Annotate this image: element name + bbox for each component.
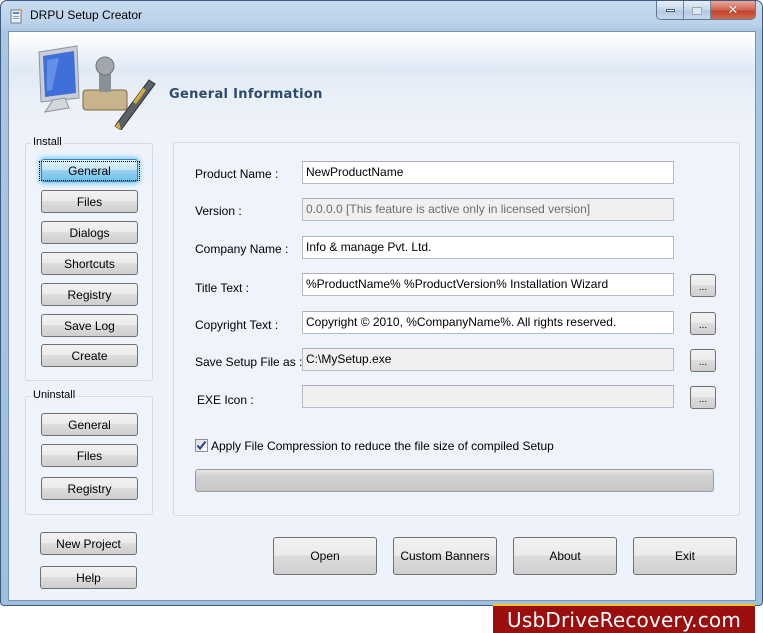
uninstall-group: Uninstall General Files Registry [25,389,153,515]
title-text-label: Title Text : [195,281,250,295]
create-button[interactable]: Create [41,344,138,367]
build-progress-bar [195,469,714,492]
save-log-button[interactable]: Save Log [41,314,138,337]
monitor-icon [38,45,80,113]
product-name-input[interactable]: NewProductName [302,161,674,184]
install-files-button[interactable]: Files [41,190,138,213]
compression-label: Apply File Compression to reduce the fil… [211,439,554,453]
company-name-label: Company Name : [195,242,289,256]
save-setup-input: C:\MySetup.exe [302,348,674,371]
window-title: DRPU Setup Creator [30,8,143,22]
title-bar[interactable]: DRPU Setup Creator ✕ [1,1,762,31]
header-illustration [38,45,156,130]
install-registry-button[interactable]: Registry [41,283,138,306]
product-name-label: Product Name : [195,167,279,181]
about-button[interactable]: About [513,537,617,575]
install-group: Install General Files Dialogs Shortcuts … [25,136,153,381]
exe-icon-label: EXE Icon : [197,393,254,407]
install-group-label: Install [31,136,64,148]
custom-banners-button[interactable]: Custom Banners [393,537,497,575]
caption-buttons: ✕ [656,1,756,20]
company-name-input[interactable]: Info & manage Pvt. Ltd. [302,236,674,259]
title-text-browse-button[interactable]: ... [690,274,716,297]
copyright-text-browse-button[interactable]: ... [690,312,716,335]
uninstall-files-button[interactable]: Files [41,444,138,467]
close-icon: ✕ [727,3,739,18]
checkmark-icon [196,440,207,451]
watermark-text: UsbDriveRecovery.com [506,607,742,632]
help-button[interactable]: Help [40,566,137,589]
uninstall-general-button[interactable]: General [41,413,138,436]
client-area: General Information Install General File… [8,31,756,601]
minimize-button[interactable] [657,1,684,19]
install-general-button[interactable]: General [39,159,140,182]
maximize-button[interactable] [684,1,711,19]
exe-icon-browse-button[interactable]: ... [690,386,716,409]
stamp-icon [82,56,128,111]
install-shortcuts-button[interactable]: Shortcuts [41,252,138,275]
exe-icon-input [302,385,674,408]
general-info-panel: Product Name : NewProductName Version : … [173,142,740,516]
page-title: General Information [169,87,323,102]
close-button[interactable]: ✕ [711,1,755,19]
uninstall-registry-button[interactable]: Registry [41,477,138,500]
version-input: 0.0.0.0 [This feature is active only in … [302,198,674,221]
app-window: DRPU Setup Creator ✕ General Information… [0,0,763,606]
open-button[interactable]: Open [273,537,377,575]
compression-checkbox[interactable] [195,439,208,452]
new-project-button[interactable]: New Project [40,532,137,555]
watermark-banner: UsbDriveRecovery.com [493,604,755,633]
save-setup-browse-button[interactable]: ... [690,349,716,372]
title-text-input[interactable]: %ProductName% %ProductVersion% Installat… [302,273,674,296]
app-icon [10,8,23,24]
maximize-icon [692,6,702,15]
copyright-text-input[interactable]: Copyright © 2010, %CompanyName%. All rig… [302,311,674,334]
install-dialogs-button[interactable]: Dialogs [41,221,138,244]
exit-button[interactable]: Exit [633,537,737,575]
uninstall-group-label: Uninstall [31,389,78,401]
version-label: Version : [195,204,242,218]
copyright-text-label: Copyright Text : [195,318,279,332]
header-banner: General Information [9,32,755,130]
minimize-icon [665,9,675,12]
save-setup-label: Save Setup File as : [195,355,303,369]
